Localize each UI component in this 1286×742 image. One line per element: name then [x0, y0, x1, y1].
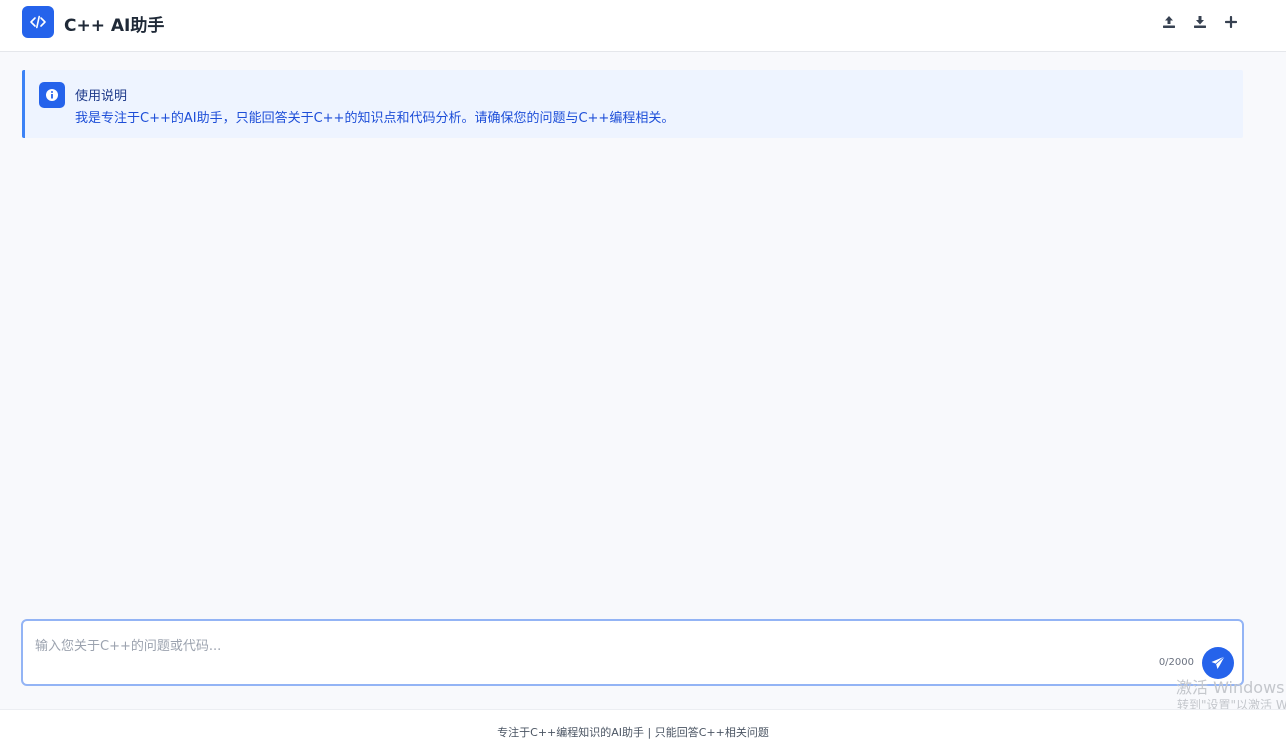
upload-button[interactable]: [1159, 12, 1179, 32]
code-icon: [22, 6, 54, 38]
message-input[interactable]: [35, 635, 1135, 657]
send-icon: [1211, 656, 1225, 669]
notice-text: 我是专注于C++的AI助手，只能回答关于C++的知识点和代码分析。请确保您的问题…: [75, 111, 675, 126]
download-icon: [1194, 16, 1206, 28]
info-icon: [39, 82, 65, 108]
usage-notice: 使用说明 我是专注于C++的AI助手，只能回答关于C++的知识点和代码分析。请确…: [22, 70, 1243, 138]
plus-icon: [1225, 16, 1237, 28]
upload-icon: [1163, 16, 1175, 28]
footer: 专注于C++编程知识的AI助手 | 只能回答C++相关问题: [0, 709, 1286, 742]
windows-activation-watermark: 激活 Windows: [1176, 678, 1285, 697]
char-counter: 0/2000: [1158, 657, 1194, 668]
app-header: C++ AI助手: [0, 0, 1286, 52]
message-input-container: 0/2000: [21, 619, 1244, 686]
download-button[interactable]: [1190, 12, 1210, 32]
new-chat-button[interactable]: [1221, 12, 1241, 32]
notice-title: 使用说明: [75, 89, 128, 104]
app-title: C++ AI助手: [64, 16, 165, 36]
footer-text: 专注于C++编程知识的AI助手 | 只能回答C++相关问题: [497, 726, 769, 739]
